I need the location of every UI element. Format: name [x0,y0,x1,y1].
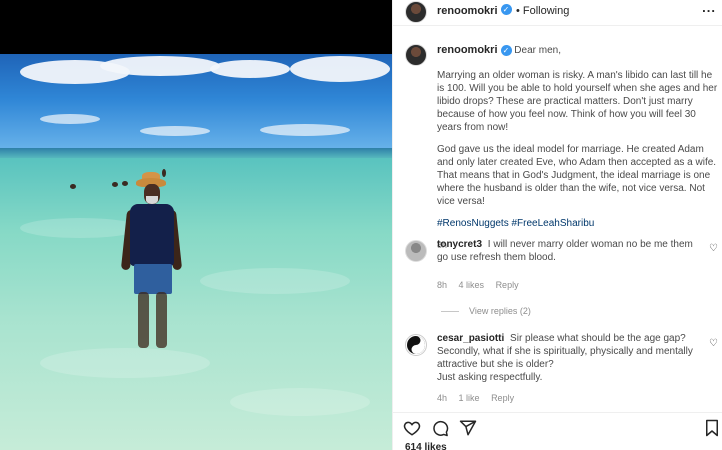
person [120,172,186,374]
comment-item: tonycret3 I will never marry older woman… [437,238,699,292]
heart-icon[interactable] [403,419,421,437]
comment-username[interactable]: tonycret3 [437,239,482,250]
avatar[interactable] [405,1,427,23]
shirt [130,204,174,266]
post-caption: Marrying an older woman is risky. A man'… [437,69,719,252]
comment-like-heart-icon[interactable]: ♡ [709,243,718,254]
post-photo[interactable] [0,54,392,450]
verified-badge-icon: ✓ [500,44,512,56]
horizon [0,148,392,158]
cloud [40,114,100,124]
caption-avatar[interactable] [405,44,427,66]
leg [156,292,167,348]
replies-divider [441,311,459,313]
comment-icon[interactable] [431,419,449,437]
following-button[interactable]: Following [523,5,569,17]
comment-text-line2: Just asking respectfully. [437,372,543,383]
share-icon[interactable] [459,419,477,437]
caption-username[interactable]: renoomokri [437,44,498,56]
comment-meta: 4h 1 like Reply [437,392,699,405]
comment-item: cesar_pasiotti Sir please what should be… [437,332,699,405]
verified-badge-icon: ✓ [500,4,512,16]
post-media[interactable] [0,0,392,450]
more-options-icon[interactable]: ... [702,0,716,15]
header-user: renoomokri ✓ • Following [437,1,569,19]
shorts [134,264,172,294]
ripple [230,388,370,416]
commenter-avatar[interactable] [405,240,427,262]
reply-button[interactable]: Reply [496,280,519,290]
caption-paragraph: God gave us the ideal model for marriage… [437,144,717,207]
reply-button[interactable]: Reply [491,393,514,403]
leg [138,292,149,348]
post-header: renoomokri ✓ • Following [393,0,722,26]
view-replies-button[interactable]: View replies (2) [441,306,531,316]
comment-time: 4h [437,393,448,403]
swimmer [112,182,118,187]
commenter-avatar[interactable] [405,334,427,356]
cloud [140,126,210,136]
bookmark-icon[interactable] [704,419,720,437]
comment-likes[interactable]: 4 likes [459,280,485,290]
follow-separator: • [515,5,523,17]
swimmer [70,184,76,189]
caption-greeting: Dear men, [514,45,561,56]
cloud [100,56,220,76]
caption-header: renoomokri ✓ Dear men, [437,44,561,56]
ripple [200,268,350,294]
yin-yang-icon [407,336,425,354]
comment-username[interactable]: cesar_pasiotti [437,333,504,344]
cloud [290,56,390,82]
cloud [210,60,290,78]
post-details-panel: renoomokri ✓ • Following ... renoomokri ✓ … [392,0,722,450]
beard [146,196,158,204]
comment-likes[interactable]: 1 like [459,393,480,403]
header-username[interactable]: renoomokri [437,5,498,17]
comment-time: 8h [437,280,448,290]
cloud [260,124,350,136]
caption-paragraph: Marrying an older woman is risky. A man'… [437,70,718,133]
hashtags-link[interactable]: #RenosNuggets #FreeLeahSharibu [437,217,719,230]
comment-like-heart-icon[interactable]: ♡ [709,338,718,349]
sea [0,158,392,450]
comment-meta: 8h 4 likes Reply [437,279,699,292]
view-replies-label[interactable]: View replies (2) [469,306,531,316]
likes-count[interactable]: 614 likes [405,442,447,450]
